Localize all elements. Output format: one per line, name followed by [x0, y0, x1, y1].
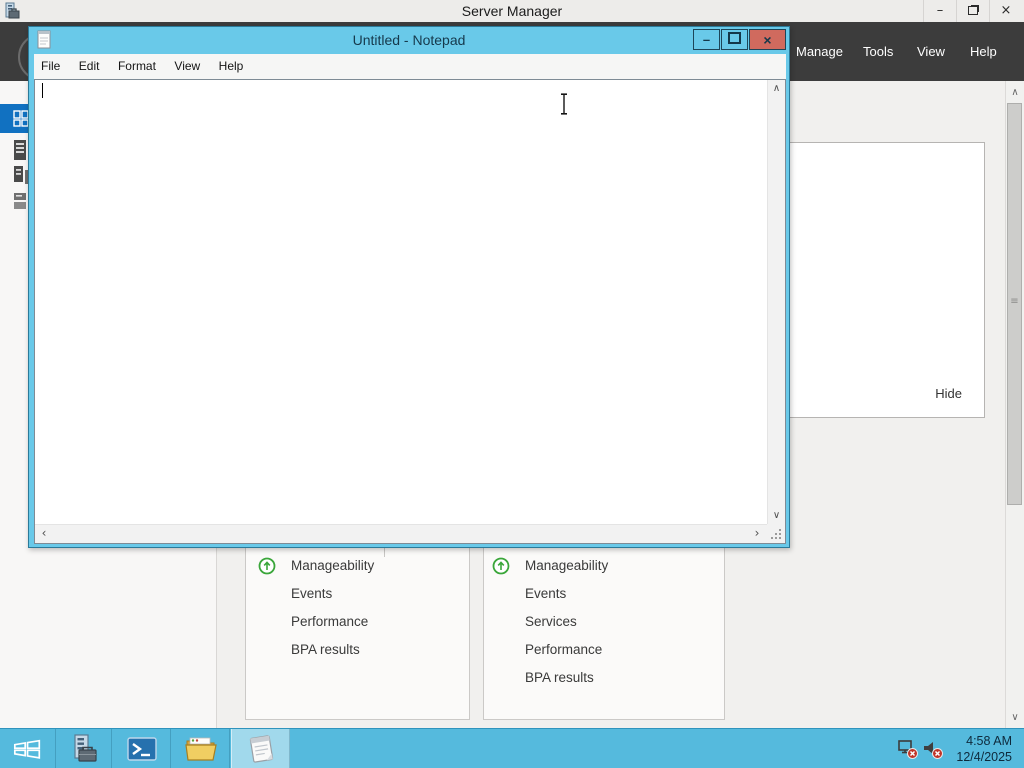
tile-link-events[interactable]: Events — [291, 582, 332, 606]
notepad-window-controls: – × — [692, 29, 786, 50]
tile-link-events[interactable]: Events — [525, 582, 566, 606]
menu-help[interactable]: Help — [970, 22, 997, 81]
notepad-horizontal-scrollbar[interactable]: ‹ › — [35, 524, 767, 543]
network-disconnected-icon[interactable] — [897, 738, 919, 760]
notepad-minimize-button[interactable]: – — [693, 29, 720, 50]
taskbar-powershell-button[interactable] — [113, 729, 171, 768]
tile-link-performance[interactable]: Performance — [525, 638, 602, 662]
scroll-up-icon[interactable]: ∧ — [1006, 84, 1024, 101]
minimize-icon: – — [936, 3, 944, 18]
tile-row: Services — [484, 610, 724, 634]
server-manager-window-controls: – × — [923, 0, 1022, 22]
start-button[interactable] — [0, 729, 56, 768]
hide-link[interactable]: Hide — [935, 386, 962, 401]
scrollbar-grip-icon: ≡ — [1010, 296, 1019, 307]
tile-row: Manageability — [246, 554, 469, 578]
restore-icon — [968, 6, 978, 15]
notepad-window: Untitled - Notepad – × File Edit Format … — [28, 26, 790, 548]
sidebar-item-local-server[interactable] — [13, 139, 29, 161]
tile-row: Events — [484, 582, 724, 606]
dashboard-scrollbar[interactable]: ∧ ≡ ∨ — [1005, 81, 1024, 728]
notepad-titlebar[interactable]: Untitled - Notepad – × — [29, 27, 789, 54]
notepad-menubar: File Edit Format View Help — [34, 54, 786, 79]
up-arrow-status-icon — [492, 557, 510, 575]
tile-link-bpa-results[interactable]: BPA results — [291, 638, 360, 662]
tile-link-manageability[interactable]: Manageability — [525, 554, 608, 578]
scroll-up-icon[interactable]: ∧ — [768, 80, 785, 97]
tile-link-bpa-results[interactable]: BPA results — [525, 666, 594, 690]
powershell-icon — [126, 736, 157, 761]
server-manager-close-button[interactable]: × — [989, 0, 1022, 22]
windows-logo-icon — [13, 739, 40, 759]
maximize-icon — [728, 32, 741, 44]
taskbar: 4:58 AM 12/4/2025 — [0, 728, 1024, 768]
tile-link-performance[interactable]: Performance — [291, 610, 368, 634]
tile-link-services[interactable]: Services — [525, 610, 577, 634]
scroll-down-icon[interactable]: ∨ — [1006, 709, 1024, 726]
server-manager-restore-button[interactable] — [956, 0, 989, 22]
scroll-down-icon[interactable]: ∨ — [768, 507, 785, 524]
menu-help[interactable]: Help — [212, 54, 251, 79]
tile-border-fragment — [384, 548, 385, 557]
menu-view[interactable]: View — [167, 54, 207, 79]
server-manager-minimize-button[interactable]: – — [923, 0, 956, 22]
taskbar-notepad-button[interactable] — [231, 729, 290, 768]
server-manager-icon — [74, 733, 97, 762]
dashboard-icon — [13, 109, 29, 128]
notepad-vertical-scrollbar[interactable]: ∧ ∨ — [767, 80, 785, 524]
menu-tools[interactable]: Tools — [863, 22, 893, 81]
tile-row: BPA results — [484, 666, 724, 690]
desktop: Server Manager – × Manage Tools View Hel… — [0, 0, 1024, 768]
notepad-close-button[interactable]: × — [749, 29, 786, 50]
tile-row: Events — [246, 582, 469, 606]
notepad-icon — [249, 734, 273, 763]
server-manager-titlebar: Server Manager – × — [0, 0, 1024, 22]
close-icon: × — [1000, 3, 1012, 18]
notepad-maximize-button[interactable] — [721, 29, 748, 50]
taskbar-server-manager-button[interactable] — [57, 729, 112, 768]
notepad-window-title: Untitled - Notepad — [352, 32, 466, 48]
volume-muted-icon[interactable] — [922, 738, 944, 760]
scroll-right-icon[interactable]: › — [749, 525, 765, 543]
scrollbar-thumb[interactable]: ≡ — [1007, 103, 1022, 505]
tile-link-manageability[interactable]: Manageability — [291, 554, 374, 578]
minimize-icon: – — [702, 32, 711, 47]
scroll-left-icon[interactable]: ‹ — [36, 525, 52, 543]
notepad-client-area: ∧ ∨ ‹ › — [34, 79, 786, 544]
up-arrow-status-icon — [258, 557, 276, 575]
menu-format[interactable]: Format — [111, 54, 163, 79]
menu-edit[interactable]: Edit — [72, 54, 107, 79]
close-icon: × — [763, 31, 772, 48]
taskbar-clock[interactable]: 4:58 AM 12/4/2025 — [956, 733, 1012, 765]
menu-manage[interactable]: Manage — [796, 22, 843, 81]
file-explorer-icon — [184, 737, 217, 761]
sidebar-item-file-storage-services[interactable] — [13, 191, 29, 213]
tile-row: Manageability — [484, 554, 724, 578]
text-caret — [42, 83, 43, 98]
menu-file[interactable]: File — [34, 54, 67, 79]
tile-row: Performance — [246, 610, 469, 634]
notepad-text-area[interactable] — [35, 80, 767, 524]
tile-row: Performance — [484, 638, 724, 662]
tile-row: BPA results — [246, 638, 469, 662]
taskbar-file-explorer-button[interactable] — [172, 729, 230, 768]
menu-view[interactable]: View — [917, 22, 945, 81]
clock-time: 4:58 AM — [966, 734, 1012, 748]
server-manager-window-title: Server Manager — [461, 3, 563, 19]
sidebar-item-all-servers[interactable] — [13, 165, 29, 187]
clock-date: 12/4/2025 — [956, 750, 1012, 764]
resize-grip[interactable] — [767, 524, 785, 543]
ibeam-mouse-cursor — [557, 92, 571, 121]
